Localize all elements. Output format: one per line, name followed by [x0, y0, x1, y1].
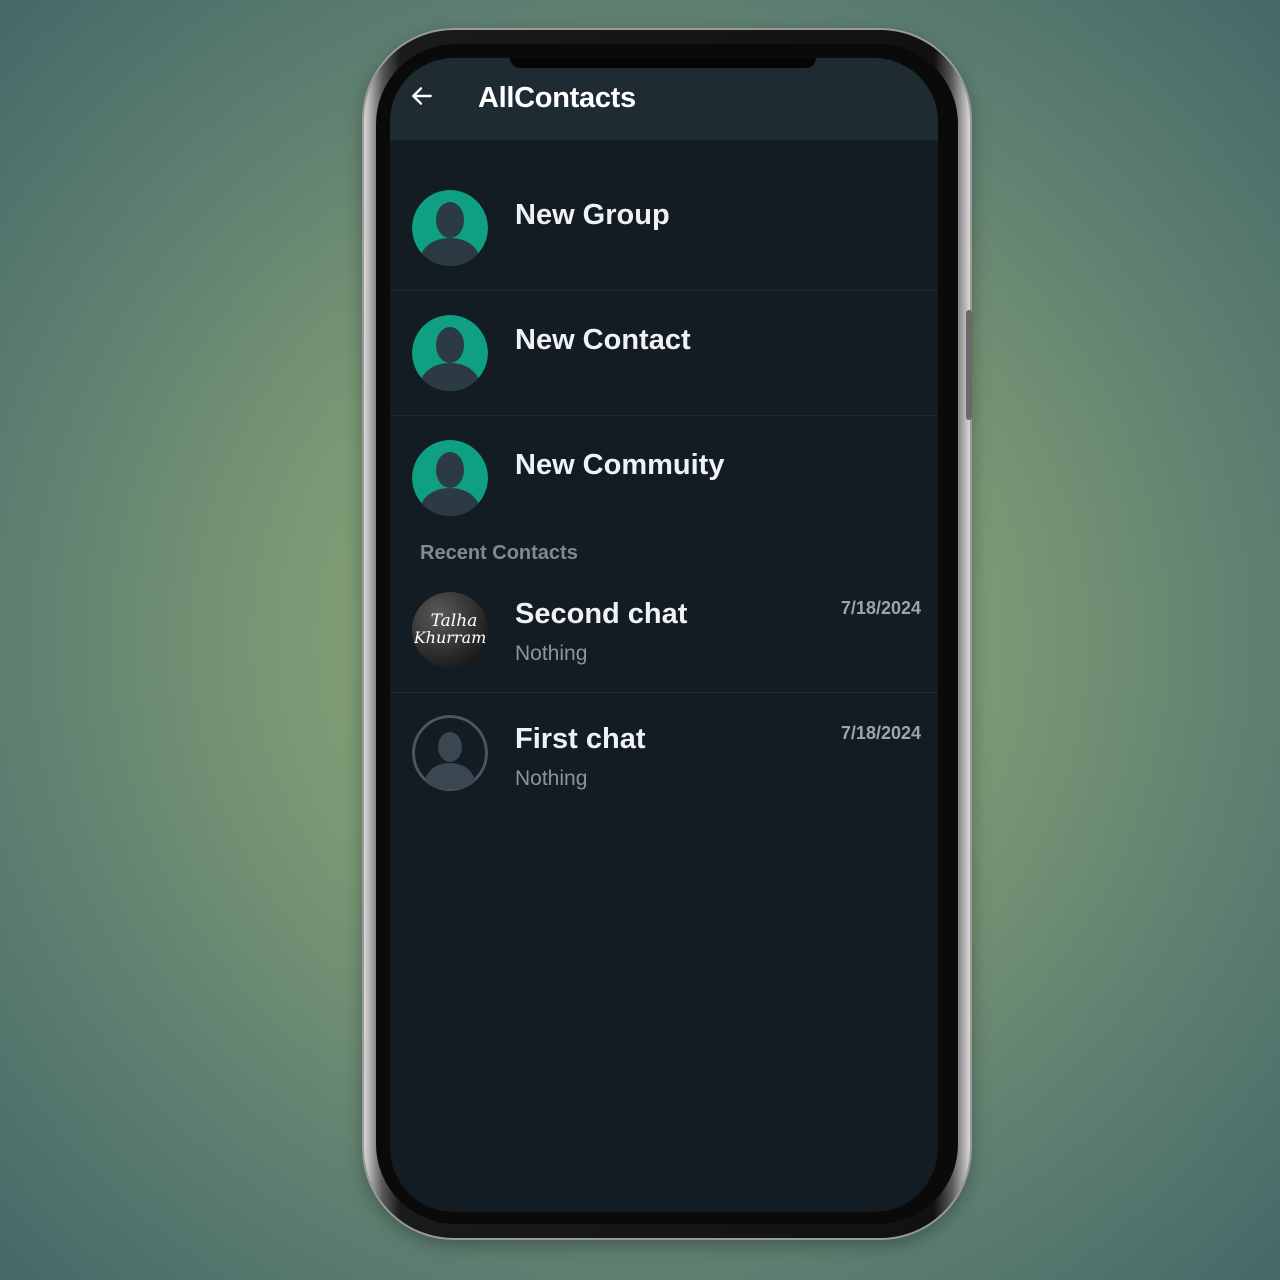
- recent-contacts-heading: Recent Contacts: [420, 542, 578, 564]
- new-community-label: New Commuity: [515, 449, 725, 481]
- arrow-left-icon: [409, 83, 435, 114]
- chat-preview: Nothing: [515, 767, 588, 790]
- chat-name: Second chat: [515, 598, 688, 630]
- person-silhouette-icon: [412, 715, 488, 791]
- avatar-text-line2: Khurram: [413, 628, 487, 647]
- default-avatar: [412, 715, 488, 791]
- new-community-item[interactable]: New Commuity: [390, 416, 938, 540]
- group-avatar: [412, 190, 488, 266]
- community-avatar: [412, 440, 488, 516]
- chat-name: First chat: [515, 723, 646, 755]
- person-silhouette-icon: [412, 440, 488, 516]
- phone-screen: AllContacts New Group New Contact New Co…: [390, 58, 938, 1212]
- app-bar: AllContacts: [390, 58, 938, 140]
- chat-date: 7/18/2024: [840, 598, 921, 618]
- new-group-item[interactable]: New Group: [390, 166, 938, 291]
- talha-khurram-avatar: Talha Khurram: [412, 592, 488, 668]
- chat-item-first[interactable]: First chat Nothing 7/18/2024: [390, 693, 938, 817]
- back-button[interactable]: [404, 78, 440, 118]
- chat-date: 7/18/2024: [840, 723, 921, 743]
- person-silhouette-icon: [412, 315, 488, 391]
- new-group-label: New Group: [515, 199, 670, 231]
- contact-avatar: [412, 315, 488, 391]
- person-silhouette-icon: [412, 190, 488, 266]
- chat-item-second[interactable]: Talha Khurram Second chat Nothing 7/18/2…: [390, 568, 938, 693]
- new-contact-label: New Contact: [515, 324, 691, 356]
- new-contact-item[interactable]: New Contact: [390, 291, 938, 416]
- chat-preview: Nothing: [515, 642, 588, 665]
- phone-side-button: [966, 310, 972, 420]
- camera-notch: [510, 58, 816, 68]
- page-title: AllContacts: [478, 82, 636, 114]
